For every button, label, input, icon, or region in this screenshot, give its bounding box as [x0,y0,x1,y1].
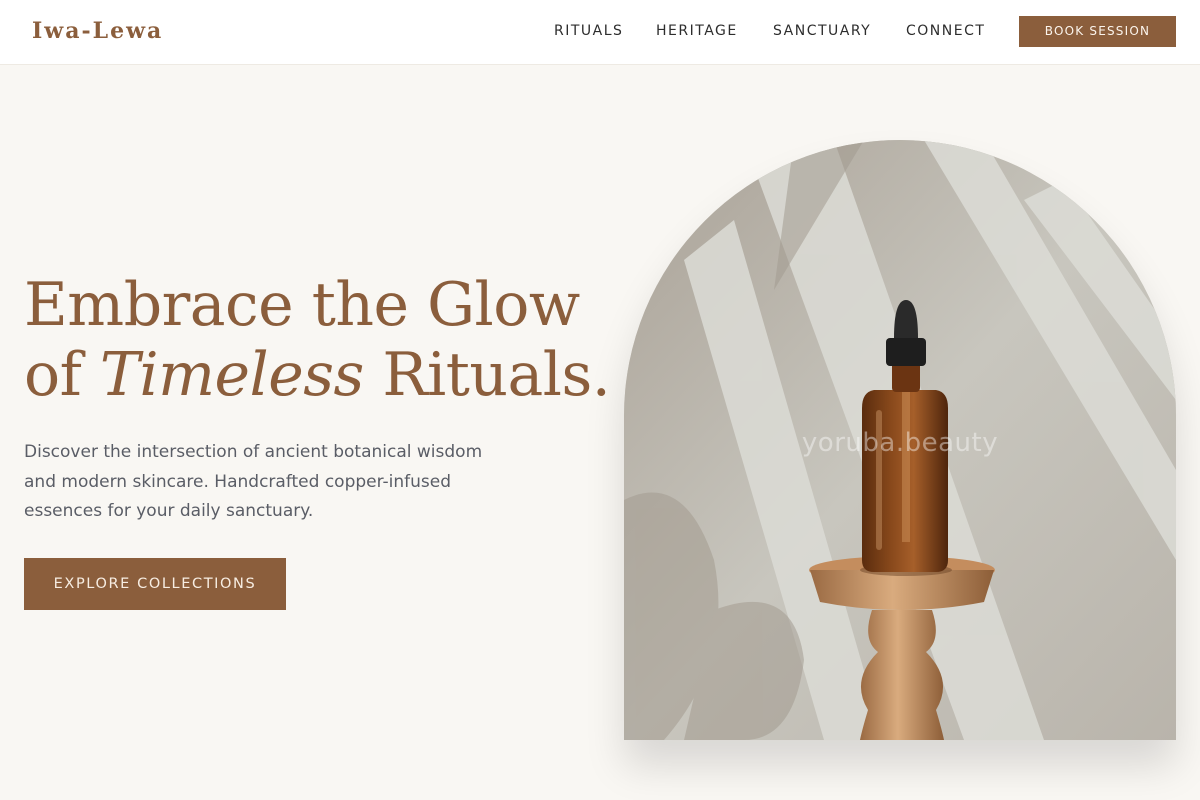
hero-title-suffix: Rituals. [363,340,611,410]
hero-title-emphasis: Timeless [99,340,364,410]
hero-title: Embrace the Glow of Timeless Rituals. [24,270,611,410]
nav-link-connect[interactable]: CONNECT [906,23,985,39]
image-watermark: yoruba.beauty [801,428,999,458]
hero-title-line-2: of Timeless Rituals. [24,340,611,410]
hero-description: Discover the intersection of ancient bot… [24,442,483,521]
hero-product-image: yoruba.beauty [624,140,1176,740]
nav-link-sanctuary[interactable]: SANCTUARY [773,23,871,39]
book-session-button[interactable]: BOOK SESSION [1019,16,1176,47]
hero-title-prefix: of [24,340,100,410]
hero-title-line-1: Embrace the Glow [24,270,580,340]
brand-logo[interactable]: Iwa-Lewa [32,18,163,44]
site-header: Iwa-Lewa RITUALS HERITAGE SANCTUARY CONN… [0,0,1200,65]
explore-collections-button[interactable]: EXPLORE COLLECTIONS [24,558,286,610]
nav-link-rituals[interactable]: RITUALS [554,23,623,39]
nav-link-heritage[interactable]: HERITAGE [656,23,738,39]
